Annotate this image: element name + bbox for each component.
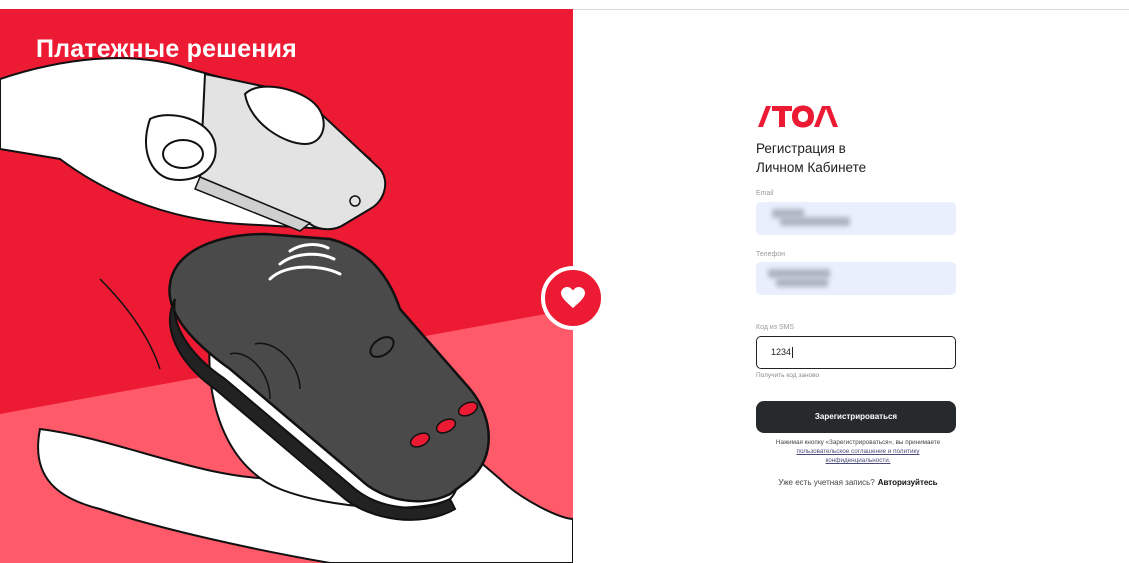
sms-code-input[interactable]: 1234	[756, 336, 956, 369]
hero-title: Платежные решения	[36, 35, 297, 63]
login-prompt: Уже есть учетная запись? Авторизуйтесь	[756, 478, 960, 487]
registration-page: Платежные решения Регистрация в Личном К…	[0, 0, 1129, 563]
email-field[interactable]	[756, 202, 956, 235]
atol-logo	[756, 104, 842, 133]
payment-illustration	[0, 57, 573, 563]
register-button[interactable]: Зарегистрироваться	[756, 401, 956, 433]
top-divider	[572, 9, 1129, 10]
sms-label: Код из SMS	[756, 324, 795, 331]
phone-field[interactable]	[756, 262, 956, 295]
resend-code-link[interactable]: Получить код заново	[756, 372, 819, 379]
hero-panel: Платежные решения	[0, 9, 573, 563]
title-line-1: Регистрация в	[756, 141, 846, 156]
atol-logo-mark	[758, 105, 838, 128]
heart-icon	[561, 287, 585, 308]
sms-code-value: 1234	[771, 347, 792, 357]
registration-title: Регистрация в Личном Кабинете	[756, 139, 976, 177]
email-label: Email	[756, 190, 774, 197]
wrist-line	[99, 278, 161, 370]
agreement-line: Нажимая кнопку «Зарегистрироваться», вы …	[775, 439, 941, 446]
email-redacted-2	[780, 217, 850, 226]
phone-redacted-2	[776, 278, 828, 287]
phone-label: Телефон	[756, 251, 786, 258]
user-agreement-link[interactable]: пользовательское соглашение и политику	[756, 447, 960, 456]
privacy-policy-link[interactable]: конфиденциальности.	[756, 456, 960, 465]
thumb-nail	[162, 139, 204, 169]
agreement-text: Нажимая кнопку «Зарегистрироваться», вы …	[756, 438, 960, 465]
title-line-2: Личном Кабинете	[756, 160, 867, 175]
login-prompt-text: Уже есть учетная запись?	[778, 478, 875, 487]
login-link[interactable]: Авторизуйтесь	[878, 478, 938, 487]
heart-badge	[541, 266, 605, 330]
phone-redacted-1	[768, 269, 830, 278]
text-caret	[792, 347, 794, 359]
